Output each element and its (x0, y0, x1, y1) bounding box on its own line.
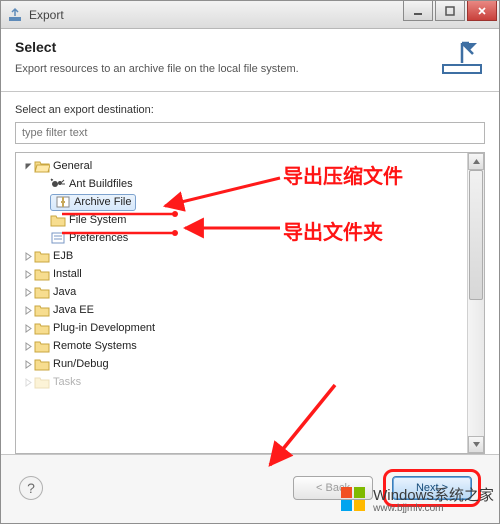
export-dialog: Export Select Export resources to an arc… (0, 0, 500, 524)
wizard-banner: Select Export resources to an archive fi… (1, 29, 499, 92)
scroll-down-icon[interactable] (468, 436, 484, 453)
folder-icon (34, 303, 50, 317)
tree-category-java-ee[interactable]: Java EE (18, 301, 465, 319)
tree-label: Java EE (53, 304, 94, 316)
tree-label: Tasks (53, 376, 81, 388)
folder-open-icon (34, 159, 50, 173)
expand-icon[interactable] (22, 360, 34, 369)
tree-label: Run/Debug (53, 358, 109, 370)
tree-category-java[interactable]: Java (18, 283, 465, 301)
folder-icon (34, 321, 50, 335)
tree-label: Archive File (74, 196, 131, 208)
preferences-icon (50, 231, 66, 245)
next-button[interactable]: Next > (392, 476, 472, 500)
folder-icon (34, 375, 50, 389)
filter-input[interactable] (15, 122, 485, 144)
scroll-up-icon[interactable] (468, 153, 484, 170)
tree-label: File System (69, 214, 126, 226)
export-banner-icon (439, 39, 485, 77)
tree-item-file-system[interactable]: File System (18, 211, 465, 229)
tree-item-preferences[interactable]: Preferences (18, 229, 465, 247)
tree-label: Preferences (69, 232, 128, 244)
maximize-button[interactable] (435, 1, 465, 21)
folder-icon (34, 357, 50, 371)
close-button[interactable] (467, 1, 497, 21)
tree-category-plugin-dev[interactable]: Plug-in Development (18, 319, 465, 337)
scroll-thumb[interactable] (469, 170, 483, 300)
export-app-icon (7, 7, 23, 23)
tree-category-ejb[interactable]: EJB (18, 247, 465, 265)
expand-icon[interactable] (22, 270, 34, 279)
banner-description: Export resources to an archive file on t… (15, 63, 429, 75)
help-button[interactable]: ? (19, 476, 43, 500)
export-tree: General Ant Buildfiles Archive (15, 152, 485, 454)
tree-label: Java (53, 286, 76, 298)
expand-icon[interactable] (22, 288, 34, 297)
tree-category-tasks[interactable]: Tasks (18, 373, 465, 391)
tree-label: Remote Systems (53, 340, 137, 352)
back-button[interactable]: < Back (293, 476, 373, 500)
tree-label: General (53, 160, 92, 172)
tree-item-archive-file[interactable]: Archive File (18, 193, 465, 211)
expand-icon[interactable] (22, 306, 34, 315)
expand-icon[interactable] (22, 378, 34, 387)
tree-label: Install (53, 268, 82, 280)
tree-category-run-debug[interactable]: Run/Debug (18, 355, 465, 373)
wizard-footer: ? < Back Next > Finish Cancel (1, 454, 499, 523)
folder-icon (34, 249, 50, 263)
minimize-button[interactable] (403, 1, 433, 21)
expand-icon[interactable] (22, 342, 34, 351)
folder-icon (34, 285, 50, 299)
tree-label: Plug-in Development (53, 322, 155, 334)
folder-icon (50, 213, 66, 227)
tree-item-ant-buildfiles[interactable]: Ant Buildfiles (18, 175, 465, 193)
folder-icon (34, 267, 50, 281)
expand-icon[interactable] (22, 252, 34, 261)
ant-icon (50, 177, 66, 191)
wizard-content: Select an export destination: General (1, 92, 499, 454)
tree-label: Ant Buildfiles (69, 178, 133, 190)
annotation-highlight-next: Next > (383, 469, 481, 507)
tree-label: EJB (53, 250, 73, 262)
expand-icon[interactable] (22, 324, 34, 333)
folder-icon (34, 339, 50, 353)
titlebar[interactable]: Export (1, 1, 499, 29)
archive-icon (55, 195, 71, 209)
banner-heading: Select (15, 39, 429, 55)
tree-category-general[interactable]: General (18, 157, 465, 175)
tree-category-remote-systems[interactable]: Remote Systems (18, 337, 465, 355)
tree-vertical-scrollbar[interactable] (467, 153, 484, 453)
window-title: Export (29, 8, 403, 22)
destination-prompt: Select an export destination: (15, 104, 485, 116)
collapse-icon[interactable] (22, 162, 34, 171)
tree-category-install[interactable]: Install (18, 265, 465, 283)
